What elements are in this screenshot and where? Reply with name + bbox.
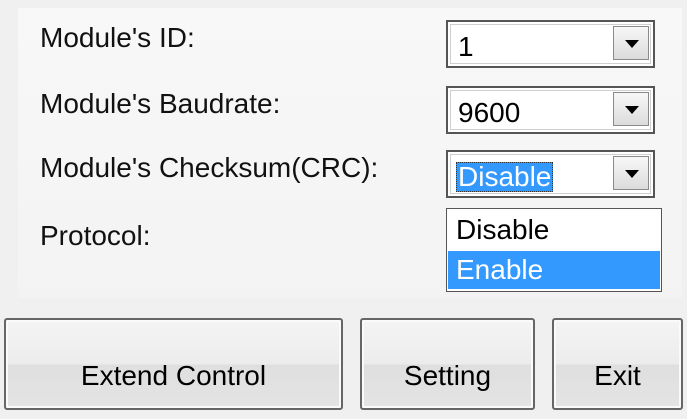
module-checksum-label: Module's Checksum(CRC): [40, 152, 379, 183]
module-baudrate-value: 9600 [458, 97, 521, 128]
module-id-select[interactable]: 1 [446, 20, 655, 68]
setting-button[interactable]: Setting [360, 318, 535, 410]
checksum-option-enable[interactable]: Enable [448, 251, 660, 289]
module-checksum-value: Disable [456, 161, 554, 192]
protocol-label: Protocol: [40, 220, 151, 251]
module-baudrate-select[interactable]: 9600 [446, 86, 655, 134]
module-checksum-select[interactable]: Disable [446, 150, 655, 198]
chevron-down-icon[interactable] [613, 156, 649, 190]
chevron-down-icon[interactable] [613, 26, 649, 60]
extend-control-button[interactable]: Extend Control [4, 318, 343, 410]
module-id-label: Module's ID: [40, 22, 195, 53]
module-baudrate-label: Module's Baudrate: [40, 88, 281, 119]
checksum-option-disable[interactable]: Disable [448, 211, 660, 249]
checksum-dropdown-list: Disable Enable [446, 208, 662, 292]
module-id-value: 1 [458, 31, 474, 62]
exit-button[interactable]: Exit [552, 318, 683, 410]
chevron-down-icon[interactable] [613, 92, 649, 126]
